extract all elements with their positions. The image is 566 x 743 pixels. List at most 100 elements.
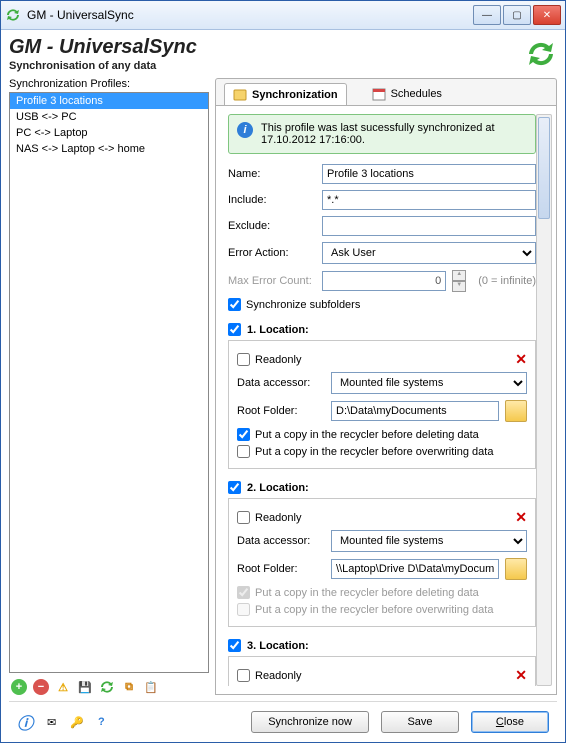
- max-errors-input: [322, 271, 446, 291]
- minimize-button[interactable]: ―: [473, 5, 501, 25]
- location-title: 1. Location:: [247, 324, 309, 336]
- sidebar: Synchronization Profiles: Profile 3 loca…: [9, 78, 209, 695]
- recycle-delete-checkbox[interactable]: [237, 428, 250, 441]
- label-root-folder: Root Folder:: [237, 563, 325, 575]
- warning-icon[interactable]: ⚠: [55, 679, 71, 695]
- name-input[interactable]: [322, 164, 536, 184]
- scrollbar[interactable]: [536, 114, 552, 686]
- page-subtitle: Synchronisation of any data: [9, 60, 197, 72]
- readonly-checkbox[interactable]: [237, 511, 250, 524]
- key-icon[interactable]: 🔑: [70, 716, 84, 729]
- location-group: Readonly ✕ Data accessor: Mounted file s…: [228, 498, 536, 627]
- label-name: Name:: [228, 168, 316, 180]
- location-header: 2. Location:: [228, 481, 536, 494]
- app-icon: [5, 7, 21, 23]
- location-enable-checkbox[interactable]: [228, 323, 241, 336]
- delete-location-icon[interactable]: ✕: [515, 351, 527, 368]
- save-button[interactable]: Save: [381, 711, 459, 733]
- recycle-overwrite-checkbox: [237, 603, 250, 616]
- label-data-accessor: Data accessor:: [237, 377, 325, 389]
- readonly-label: Readonly: [255, 670, 301, 682]
- sync-subfolders-checkbox[interactable]: [228, 298, 241, 311]
- label-error-action: Error Action:: [228, 247, 316, 259]
- sync-subfolders-label: Synchronize subfolders: [246, 299, 360, 311]
- recycle-overwrite-label: Put a copy in the recycler before overwr…: [255, 446, 493, 458]
- help-icon[interactable]: ?: [98, 716, 105, 728]
- data-accessor-select[interactable]: Mounted file systems: [331, 372, 527, 394]
- profile-item[interactable]: Profile 3 locations: [10, 93, 208, 109]
- save-icon[interactable]: 💾: [77, 679, 93, 695]
- header: GM - UniversalSync Synchronisation of an…: [9, 36, 557, 72]
- tab-label: Synchronization: [252, 89, 338, 101]
- browse-folder-button[interactable]: [505, 558, 527, 580]
- delete-location-icon[interactable]: ✕: [515, 509, 527, 526]
- recycle-delete-label: Put a copy in the recycler before deleti…: [255, 429, 479, 441]
- maximize-button[interactable]: ▢: [503, 5, 531, 25]
- readonly-label: Readonly: [255, 512, 301, 524]
- sidebar-label: Synchronization Profiles:: [9, 78, 209, 90]
- close-button[interactable]: Close: [471, 711, 549, 733]
- max-errors-spinner: ▲▼: [452, 270, 466, 292]
- label-data-accessor: Data accessor:: [237, 535, 325, 547]
- recycle-overwrite-label: Put a copy in the recycler before overwr…: [255, 604, 493, 616]
- client-area: GM - UniversalSync Synchronisation of an…: [1, 30, 565, 742]
- label-root-folder: Root Folder:: [237, 405, 325, 417]
- profile-list[interactable]: Profile 3 locations USB <-> PC PC <-> La…: [9, 92, 209, 673]
- root-folder-input[interactable]: [331, 559, 499, 579]
- close-window-button[interactable]: ✕: [533, 5, 561, 25]
- window-title: GM - UniversalSync: [27, 8, 473, 22]
- page-title: GM - UniversalSync: [9, 36, 197, 59]
- profile-item[interactable]: NAS <-> Laptop <-> home: [10, 141, 208, 157]
- tab-label: Schedules: [391, 88, 442, 100]
- recycle-overwrite-checkbox[interactable]: [237, 445, 250, 458]
- scrollbar-thumb[interactable]: [538, 117, 550, 219]
- tab-synchronization[interactable]: Synchronization: [224, 83, 347, 106]
- browse-folder-button[interactable]: [505, 400, 527, 422]
- recycle-delete-label: Put a copy in the recycler before deleti…: [255, 587, 479, 599]
- readonly-checkbox[interactable]: [237, 353, 250, 366]
- sidebar-toolbar: + − ⚠ 💾 ⧉ 📋: [9, 673, 209, 695]
- right-panel: Synchronization Schedules i This profile…: [215, 78, 557, 695]
- sync-tab-icon: [233, 88, 247, 102]
- titlebar: GM - UniversalSync ― ▢ ✕: [1, 1, 565, 30]
- status-notice: i This profile was last sucessfully sync…: [228, 114, 536, 154]
- location-title: 2. Location:: [247, 482, 309, 494]
- mail-icon[interactable]: ✉: [47, 716, 56, 729]
- location-header: 3. Location:: [228, 639, 536, 652]
- recycle-delete-checkbox: [237, 586, 250, 599]
- exclude-input[interactable]: [322, 216, 536, 236]
- readonly-label: Readonly: [255, 354, 301, 366]
- profile-item[interactable]: PC <-> Laptop: [10, 125, 208, 141]
- bottom-icons: ⓘ ✉ 🔑 ?: [17, 710, 105, 734]
- bottom-bar: ⓘ ✉ 🔑 ? Synchronize now Save Close: [9, 701, 557, 734]
- readonly-checkbox[interactable]: [237, 669, 250, 682]
- data-accessor-select[interactable]: Mounted file systems: [331, 530, 527, 552]
- scroll-area: i This profile was last sucessfully sync…: [228, 114, 536, 686]
- tabs: Synchronization Schedules: [215, 78, 557, 105]
- tab-schedules[interactable]: Schedules: [363, 82, 451, 105]
- info-icon[interactable]: ⓘ: [17, 710, 33, 734]
- sync-icon[interactable]: [99, 679, 115, 695]
- main-split: Synchronization Profiles: Profile 3 loca…: [9, 78, 557, 695]
- delete-location-icon[interactable]: ✕: [515, 667, 527, 684]
- error-action-select[interactable]: Ask User: [322, 242, 536, 264]
- add-icon[interactable]: +: [11, 679, 27, 695]
- copy-icon[interactable]: ⧉: [121, 679, 137, 695]
- location-group: Readonly ✕ Data accessor: Mounted file s…: [228, 340, 536, 469]
- app-window: GM - UniversalSync ― ▢ ✕ GM - UniversalS…: [0, 0, 566, 743]
- info-icon: i: [237, 122, 253, 138]
- status-text: This profile was last sucessfully synchr…: [261, 122, 527, 146]
- location-title: 3. Location:: [247, 640, 309, 652]
- include-input[interactable]: [322, 190, 536, 210]
- profile-item[interactable]: USB <-> PC: [10, 109, 208, 125]
- paste-icon[interactable]: 📋: [143, 679, 159, 695]
- label-max-errors: Max Error Count:: [228, 275, 316, 287]
- location-enable-checkbox[interactable]: [228, 481, 241, 494]
- calendar-icon: [372, 87, 386, 101]
- location-group: Readonly ✕ Data accessor: Mounted file s…: [228, 656, 536, 686]
- root-folder-input[interactable]: [331, 401, 499, 421]
- location-enable-checkbox[interactable]: [228, 639, 241, 652]
- synchronize-now-button[interactable]: Synchronize now: [251, 711, 369, 733]
- refresh-icon[interactable]: [525, 38, 557, 70]
- remove-icon[interactable]: −: [33, 679, 49, 695]
